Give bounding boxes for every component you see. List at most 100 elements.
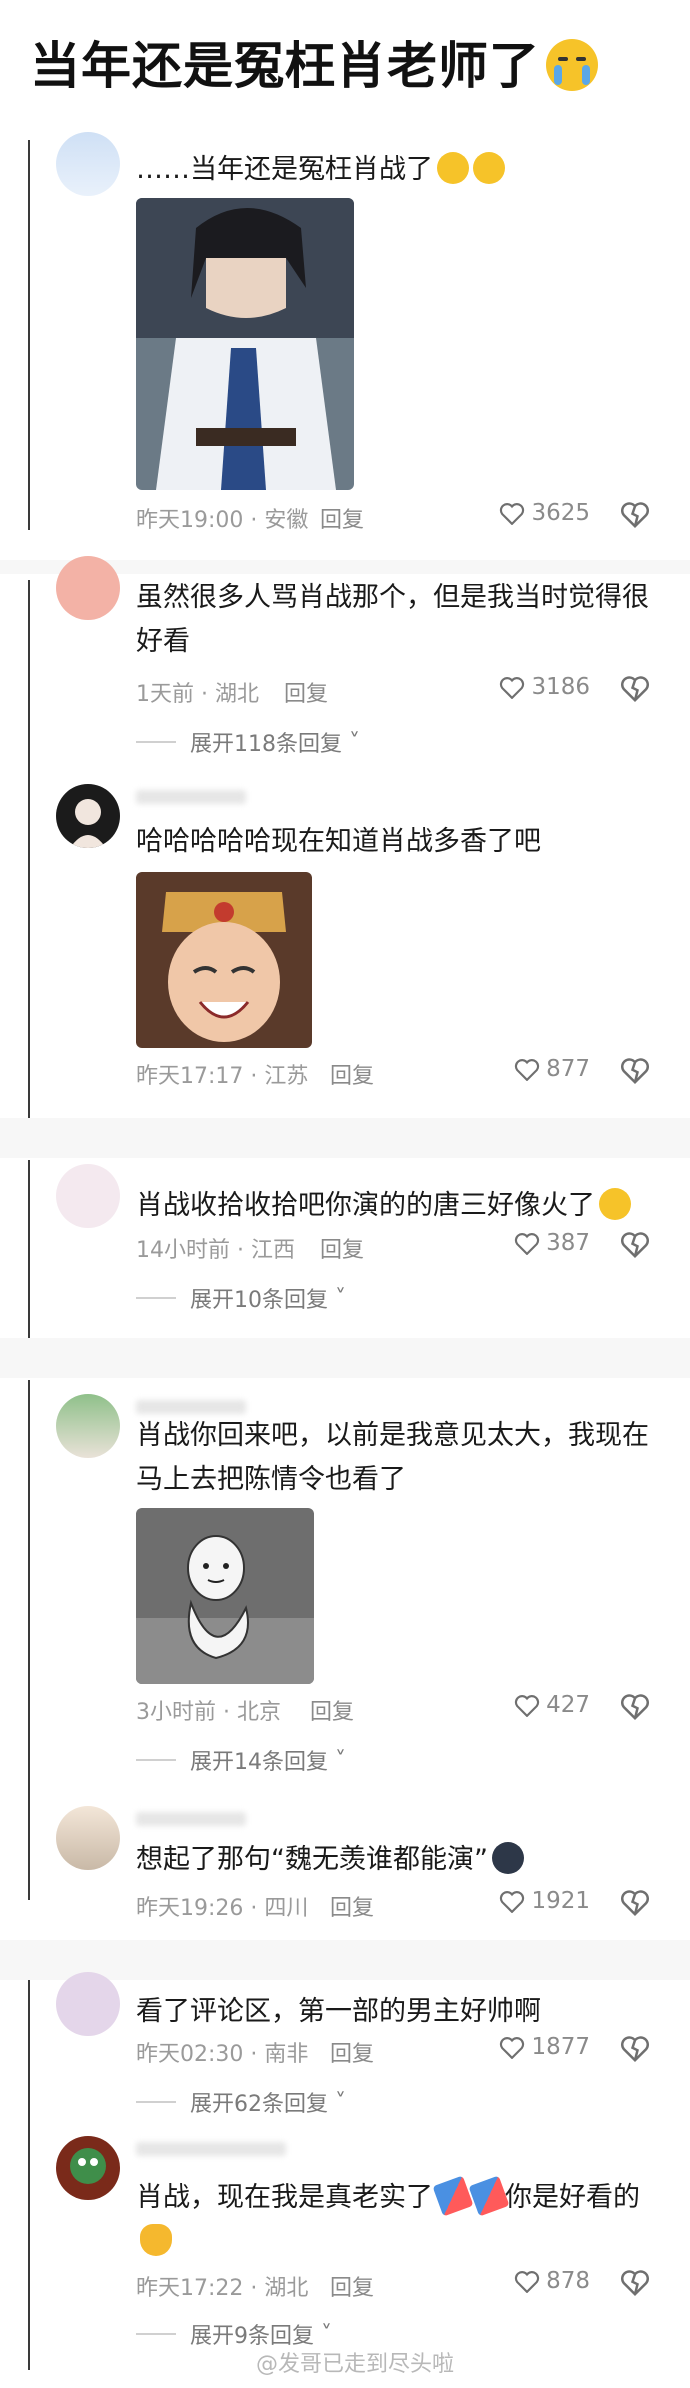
avatar[interactable]: [56, 1972, 120, 2036]
comment-thread-line: [28, 1980, 30, 2370]
comment-time: 昨天02:30 · 南非: [136, 2042, 309, 2067]
like-button[interactable]: 427: [514, 1692, 590, 1718]
sweat-laugh-icon: [599, 1188, 631, 1220]
username-blurred: [136, 1812, 246, 1826]
heart-icon: [500, 677, 525, 699]
like-button[interactable]: 877: [514, 1056, 590, 1082]
avatar[interactable]: [56, 1164, 120, 1228]
like-count: 3186: [531, 674, 590, 700]
comment-text: 虽然很多人骂肖战那个，但是我当时觉得很好看: [136, 582, 649, 657]
username-blurred: [136, 790, 246, 804]
avatar[interactable]: [56, 784, 120, 848]
broken-heart-icon[interactable]: [620, 674, 650, 704]
waving-hand-icon: [140, 2224, 172, 2256]
comment-time: 昨天17:17 · 江苏: [136, 1064, 309, 1089]
watermark: @发哥已走到尽头啦: [256, 2352, 455, 2377]
expand-replies-button[interactable]: 展开10条回复 ˅: [136, 1282, 346, 1314]
page-title: 当年还是冤枉肖老师了: [30, 26, 598, 98]
flag-icon: [432, 2175, 474, 2217]
reply-button[interactable]: 回复: [320, 502, 364, 534]
comment-text: ……当年还是冤枉肖战了: [136, 148, 650, 192]
reply-button[interactable]: 回复: [310, 1694, 354, 1726]
comment-text: 想起了那句“魏无羡谁都能演”: [136, 1838, 650, 1882]
broken-heart-icon[interactable]: [620, 1056, 650, 1086]
loudly-crying-face-icon: [546, 39, 598, 91]
reply-button[interactable]: 回复: [320, 1232, 364, 1264]
comment-text: 肖战，现在我是真老实了 你是好看的: [136, 2175, 650, 2264]
comment-meta: 昨天17:22 · 湖北 回复 878: [136, 2264, 650, 2304]
comment-text: 肖战收拾收拾吧你演的的唐三好像火了: [136, 1184, 650, 1228]
comment-time: 3小时前 · 北京: [136, 1700, 281, 1725]
comment-text: 看了评论区，第一部的男主好帅啊: [136, 1996, 541, 2027]
reply-button[interactable]: 回复: [330, 1058, 374, 1090]
comment-thread-line: [28, 1380, 30, 1900]
broken-heart-icon[interactable]: [620, 1888, 650, 1918]
expand-replies-button[interactable]: 展开14条回复 ˅: [136, 1744, 346, 1776]
comment-thread-line: [28, 580, 30, 1120]
divider: [0, 1118, 690, 1158]
comment-text: 肖战你回来吧，以前是我意见太大，我现在马上去把陈情令也看了: [136, 1420, 649, 1495]
comment-meta: 昨天02:30 · 南非 回复 1877: [136, 2030, 650, 2070]
like-count: 877: [546, 1056, 590, 1082]
expand-replies-button[interactable]: 展开62条回复 ˅: [136, 2086, 346, 2118]
comment-time: 昨天19:26 · 四川: [136, 1896, 309, 1921]
like-count: 427: [546, 1692, 590, 1718]
reply-button[interactable]: 回复: [330, 1890, 374, 1922]
comment-meta: 1天前 · 湖北 回复 3186: [136, 670, 650, 710]
username-blurred: [136, 1400, 246, 1414]
comment-meta: 昨天17:17 · 江苏 回复 877: [136, 1052, 650, 1092]
comment-meta: 14小时前 · 江西 回复 387: [136, 1226, 650, 1266]
like-button[interactable]: 3186: [499, 674, 590, 700]
divider: [0, 1940, 690, 1980]
broken-heart-icon[interactable]: [620, 1230, 650, 1260]
avatar[interactable]: [56, 1394, 120, 1458]
like-count: 1877: [531, 2034, 590, 2060]
username-blurred: [136, 2142, 286, 2156]
expand-replies-button[interactable]: 展开118条回复 ˅: [136, 726, 360, 758]
heart-icon: [514, 1695, 540, 1717]
comment-image[interactable]: [136, 872, 312, 1048]
heart-icon: [514, 1059, 540, 1081]
broken-heart-icon[interactable]: [620, 2034, 650, 2064]
comment-image[interactable]: [136, 1508, 314, 1684]
reply-button[interactable]: 回复: [330, 2270, 374, 2302]
like-count: 878: [546, 2268, 590, 2294]
reply-button[interactable]: 回复: [330, 2036, 374, 2068]
sweat-smile-icon: [473, 152, 505, 184]
comment-thread-line: [28, 140, 30, 530]
dizzy-face-icon: [437, 152, 469, 184]
heart-icon: [514, 2271, 540, 2293]
like-button[interactable]: 3625: [499, 500, 590, 526]
like-button[interactable]: 1877: [499, 2034, 590, 2060]
like-button[interactable]: 387: [514, 1230, 590, 1256]
comment-text: 哈哈哈哈哈现在知道肖战多香了吧: [136, 826, 541, 857]
comment-time: 1天前 · 湖北: [136, 682, 259, 707]
comment-thread-line: [28, 1160, 30, 1340]
broken-heart-icon[interactable]: [620, 1692, 650, 1722]
like-count: 387: [546, 1230, 590, 1256]
like-button[interactable]: 878: [514, 2268, 590, 2294]
like-count: 3625: [531, 500, 590, 526]
like-count: 1921: [531, 1888, 590, 1914]
comment-time: 14小时前 · 江西: [136, 1238, 295, 1263]
like-button[interactable]: 1921: [499, 1888, 590, 1914]
reply-button[interactable]: 回复: [284, 676, 328, 708]
avatar[interactable]: [56, 132, 120, 196]
avatar[interactable]: [56, 2136, 120, 2200]
heart-icon: [500, 2037, 525, 2059]
comment-image[interactable]: [136, 198, 354, 490]
comment-meta: 昨天19:26 · 四川 回复 1921: [136, 1884, 650, 1924]
comment-time: 昨天19:00 · 安徽: [136, 508, 309, 533]
broken-heart-icon[interactable]: [620, 500, 650, 530]
dark-face-icon: [491, 1842, 524, 1874]
broken-heart-icon[interactable]: [620, 2268, 650, 2298]
comment-time: 昨天17:22 · 湖北: [136, 2276, 309, 2301]
heart-icon: [514, 1233, 540, 1255]
heart-icon: [500, 503, 525, 525]
flag-icon: [468, 2175, 510, 2217]
divider: [0, 1338, 690, 1378]
heart-icon: [500, 1891, 525, 1913]
avatar[interactable]: [56, 556, 120, 620]
comment-meta: 3小时前 · 北京 回复 427: [136, 1688, 650, 1728]
avatar[interactable]: [56, 1806, 120, 1870]
